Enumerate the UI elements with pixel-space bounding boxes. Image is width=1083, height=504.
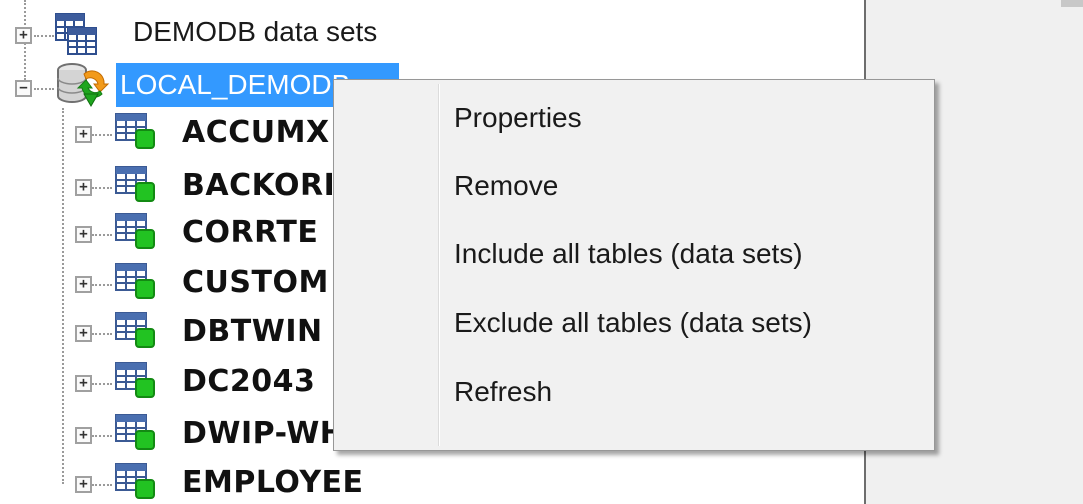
menu-item-include-all-tables[interactable]: Include all tables (data sets): [454, 238, 803, 270]
scrollbar-edge[interactable]: [1061, 0, 1083, 7]
menu-item-remove[interactable]: Remove: [454, 170, 558, 202]
tree-connector: [34, 35, 54, 37]
tree-connector: [92, 383, 112, 385]
tree-node-label[interactable]: CORRTE: [182, 215, 318, 250]
context-menu: Properties Remove Include all tables (da…: [333, 79, 935, 451]
tree-node-label[interactable]: BACKORI: [182, 168, 335, 203]
table-green-icon: [115, 312, 155, 348]
tree-connector: [92, 234, 112, 236]
expand-toggle[interactable]: +: [75, 179, 92, 196]
tree-node-label[interactable]: DEMODB data sets: [133, 16, 377, 48]
expand-toggle[interactable]: +: [15, 27, 32, 44]
tree-connector: [92, 435, 112, 437]
dataset-grid-icon: [55, 13, 97, 55]
menu-item-exclude-all-tables[interactable]: Exclude all tables (data sets): [454, 307, 812, 339]
tree-node-label[interactable]: DBTWIN: [182, 314, 323, 349]
table-green-icon: [115, 362, 155, 398]
menu-item-refresh[interactable]: Refresh: [454, 376, 552, 408]
tree-connector: [34, 88, 54, 90]
tree-connector: [92, 333, 112, 335]
menu-icon-gutter: [438, 84, 439, 446]
expand-toggle[interactable]: +: [75, 476, 92, 493]
tree-node-label[interactable]: ACCUMX: [182, 115, 330, 150]
expand-toggle[interactable]: +: [75, 226, 92, 243]
expand-toggle[interactable]: +: [75, 427, 92, 444]
tree-connector: [92, 484, 112, 486]
expand-toggle[interactable]: +: [75, 276, 92, 293]
tree-connector: [62, 108, 64, 484]
table-green-icon: [115, 113, 155, 149]
tree-connector: [92, 284, 112, 286]
database-sync-icon: [57, 63, 110, 107]
menu-item-properties[interactable]: Properties: [454, 102, 582, 134]
table-green-icon: [115, 263, 155, 299]
tree-node-label[interactable]: CUSTOM: [182, 265, 329, 300]
table-green-icon: [115, 463, 155, 499]
table-green-icon: [115, 166, 155, 202]
collapse-toggle[interactable]: −: [15, 80, 32, 97]
tree-connector: [92, 134, 112, 136]
expand-toggle[interactable]: +: [75, 375, 92, 392]
expand-toggle[interactable]: +: [75, 126, 92, 143]
tree-connector: [92, 187, 112, 189]
table-green-icon: [115, 414, 155, 450]
table-green-icon: [115, 213, 155, 249]
tree-node-label[interactable]: EMPLOYEE: [182, 465, 364, 500]
tree-node-label[interactable]: DC2043: [182, 364, 315, 399]
app-window: + DEMODB data sets − LOCAL_DEMODB + ACCU…: [0, 0, 1083, 504]
expand-toggle[interactable]: +: [75, 325, 92, 342]
